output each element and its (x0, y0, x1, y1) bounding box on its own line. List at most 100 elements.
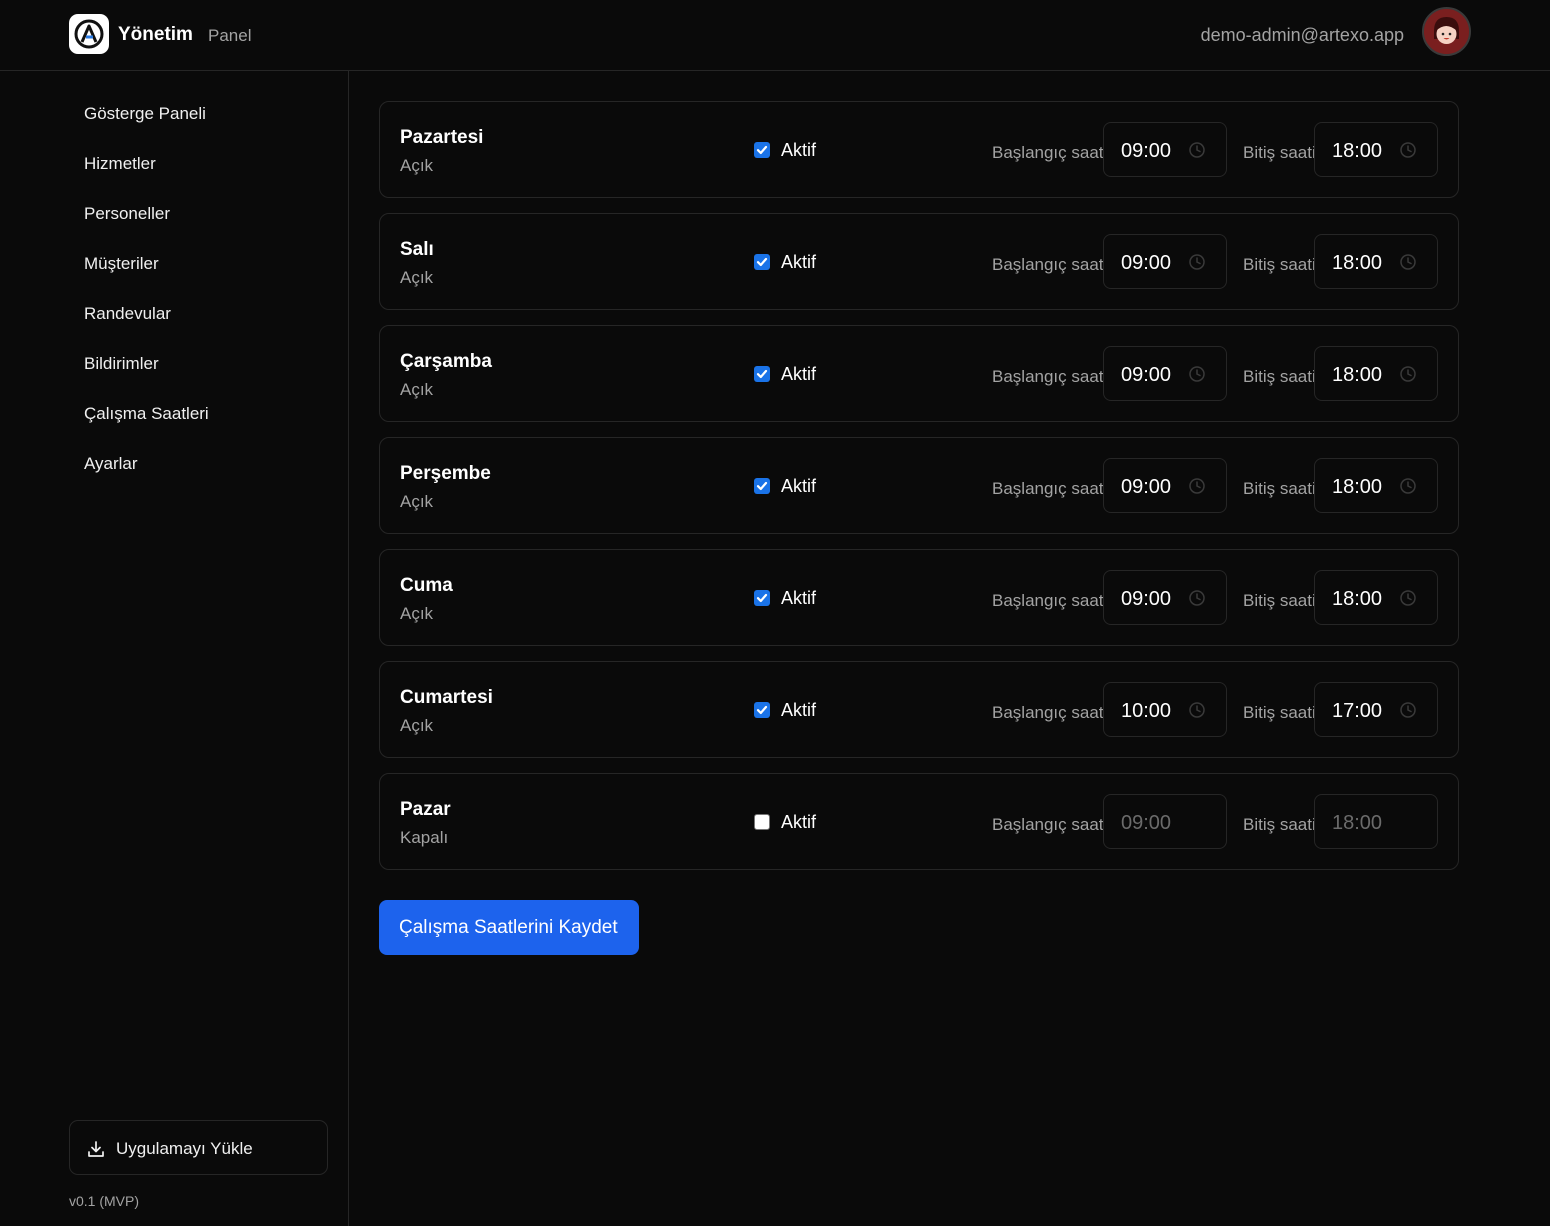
start-time-value: 09:00 (1121, 140, 1172, 162)
start-time-label: Başlangıç saati (992, 367, 1108, 386)
download-icon (88, 1141, 104, 1157)
end-time-value: 18:00 (1332, 812, 1383, 834)
sidebar-item-working-hours[interactable]: Çalışma Saatleri (84, 404, 209, 424)
end-time-value: 18:00 (1332, 588, 1383, 610)
sidebar-item-customers[interactable]: Müşteriler (84, 254, 159, 274)
clock-icon[interactable] (1188, 365, 1206, 383)
day-active-checkbox[interactable] (754, 254, 770, 270)
sidebar-item-dashboard[interactable]: Gösterge Paneli (84, 104, 206, 124)
clock-icon[interactable] (1399, 477, 1417, 495)
clock-icon[interactable] (1399, 701, 1417, 719)
day-name: Çarşamba (400, 351, 492, 372)
end-time-value: 17:00 (1332, 700, 1383, 722)
start-time-input[interactable]: 09:00 (1103, 794, 1227, 849)
day-active-label[interactable]: Aktif (781, 252, 816, 273)
end-time-input[interactable]: 17:00 (1314, 682, 1438, 737)
end-time-label: Bitiş saati (1243, 591, 1316, 610)
day-name: Pazartesi (400, 127, 484, 148)
start-time-value: 09:00 (1121, 588, 1172, 610)
day-row: Cuma Açık Aktif Başlangıç saati 09:00 Bi… (379, 549, 1459, 646)
day-active-label[interactable]: Aktif (781, 588, 816, 609)
day-status: Açık (400, 380, 434, 399)
day-status: Açık (400, 268, 434, 287)
save-working-hours-button[interactable]: Çalışma Saatlerini Kaydet (379, 900, 639, 955)
day-row: Perşembe Açık Aktif Başlangıç saati 09:0… (379, 437, 1459, 534)
clock-icon[interactable] (1399, 589, 1417, 607)
user-avatar-icon[interactable] (1422, 7, 1471, 56)
brand-subtitle: Panel (208, 26, 252, 45)
day-active-label[interactable]: Aktif (781, 140, 816, 161)
end-time-input[interactable]: 18:00 (1314, 234, 1438, 289)
top-header: Yönetim Panel demo-admin@artexo.app (0, 0, 1550, 71)
end-time-input[interactable]: 18:00 (1314, 458, 1438, 513)
checkmark-icon (756, 481, 768, 491)
clock-icon[interactable] (1188, 141, 1206, 159)
day-active-checkbox[interactable] (754, 702, 770, 718)
brand-title: Yönetim (118, 24, 193, 45)
day-active-checkbox[interactable] (754, 590, 770, 606)
app-version: v0.1 (MVP) (69, 1193, 140, 1209)
install-app-button[interactable]: Uygulamayı Yükle (69, 1120, 328, 1175)
day-active-checkbox[interactable] (754, 478, 770, 494)
day-status: Açık (400, 492, 434, 511)
day-active-label[interactable]: Aktif (781, 476, 816, 497)
start-time-value: 09:00 (1121, 364, 1172, 386)
day-name: Perşembe (400, 463, 491, 484)
end-time-value: 18:00 (1332, 140, 1383, 162)
end-time-value: 18:00 (1332, 476, 1383, 498)
sidebar-item-services[interactable]: Hizmetler (84, 154, 156, 174)
end-time-value: 18:00 (1332, 364, 1383, 386)
clock-icon[interactable] (1188, 701, 1206, 719)
start-time-input[interactable]: 09:00 (1103, 234, 1227, 289)
start-time-value: 09:00 (1121, 252, 1172, 274)
clock-icon[interactable] (1399, 253, 1417, 271)
checkmark-icon (756, 705, 768, 715)
end-time-label: Bitiş saati (1243, 143, 1316, 162)
sidebar-item-staff[interactable]: Personeller (84, 204, 170, 224)
start-time-input[interactable]: 09:00 (1103, 346, 1227, 401)
user-email: demo-admin@artexo.app (1200, 25, 1404, 45)
app-logo-icon[interactable] (69, 14, 109, 54)
start-time-label: Başlangıç saati (992, 479, 1108, 498)
checkmark-icon (756, 593, 768, 603)
day-active-checkbox[interactable] (754, 814, 770, 830)
day-name: Pazar (400, 799, 451, 820)
clock-icon[interactable] (1188, 589, 1206, 607)
day-active-label[interactable]: Aktif (781, 364, 816, 385)
sidebar-item-appointments[interactable]: Randevular (84, 304, 171, 324)
clock-icon[interactable] (1399, 365, 1417, 383)
sidebar-item-settings[interactable]: Ayarlar (84, 454, 138, 474)
end-time-input[interactable]: 18:00 (1314, 122, 1438, 177)
checkmark-icon (756, 369, 768, 379)
day-active-checkbox[interactable] (754, 366, 770, 382)
start-time-label: Başlangıç saati (992, 815, 1108, 834)
start-time-label: Başlangıç saati (992, 703, 1108, 722)
start-time-label: Başlangıç saati (992, 143, 1108, 162)
end-time-label: Bitiş saati (1243, 479, 1316, 498)
end-time-input[interactable]: 18:00 (1314, 570, 1438, 625)
clock-icon[interactable] (1188, 253, 1206, 271)
end-time-label: Bitiş saati (1243, 255, 1316, 274)
end-time-input[interactable]: 18:00 (1314, 794, 1438, 849)
start-time-input[interactable]: 09:00 (1103, 458, 1227, 513)
sidebar-item-notifications[interactable]: Bildirimler (84, 354, 159, 374)
day-row: Cumartesi Açık Aktif Başlangıç saati 10:… (379, 661, 1459, 758)
start-time-input[interactable]: 10:00 (1103, 682, 1227, 737)
day-name: Cumartesi (400, 687, 493, 708)
start-time-value: 09:00 (1121, 476, 1172, 498)
end-time-label: Bitiş saati (1243, 815, 1316, 834)
end-time-input[interactable]: 18:00 (1314, 346, 1438, 401)
start-time-label: Başlangıç saati (992, 591, 1108, 610)
day-active-label[interactable]: Aktif (781, 700, 816, 721)
day-active-checkbox[interactable] (754, 142, 770, 158)
day-active-label[interactable]: Aktif (781, 812, 816, 833)
start-time-value: 09:00 (1121, 812, 1172, 834)
start-time-input[interactable]: 09:00 (1103, 122, 1227, 177)
clock-icon[interactable] (1399, 141, 1417, 159)
clock-icon[interactable] (1188, 477, 1206, 495)
install-app-label: Uygulamayı Yükle (116, 1139, 253, 1158)
day-row: Salı Açık Aktif Başlangıç saati 09:00 Bi… (379, 213, 1459, 310)
day-row: Pazar Kapalı Aktif Başlangıç saati 09:00… (379, 773, 1459, 870)
checkmark-icon (756, 145, 768, 155)
start-time-input[interactable]: 09:00 (1103, 570, 1227, 625)
